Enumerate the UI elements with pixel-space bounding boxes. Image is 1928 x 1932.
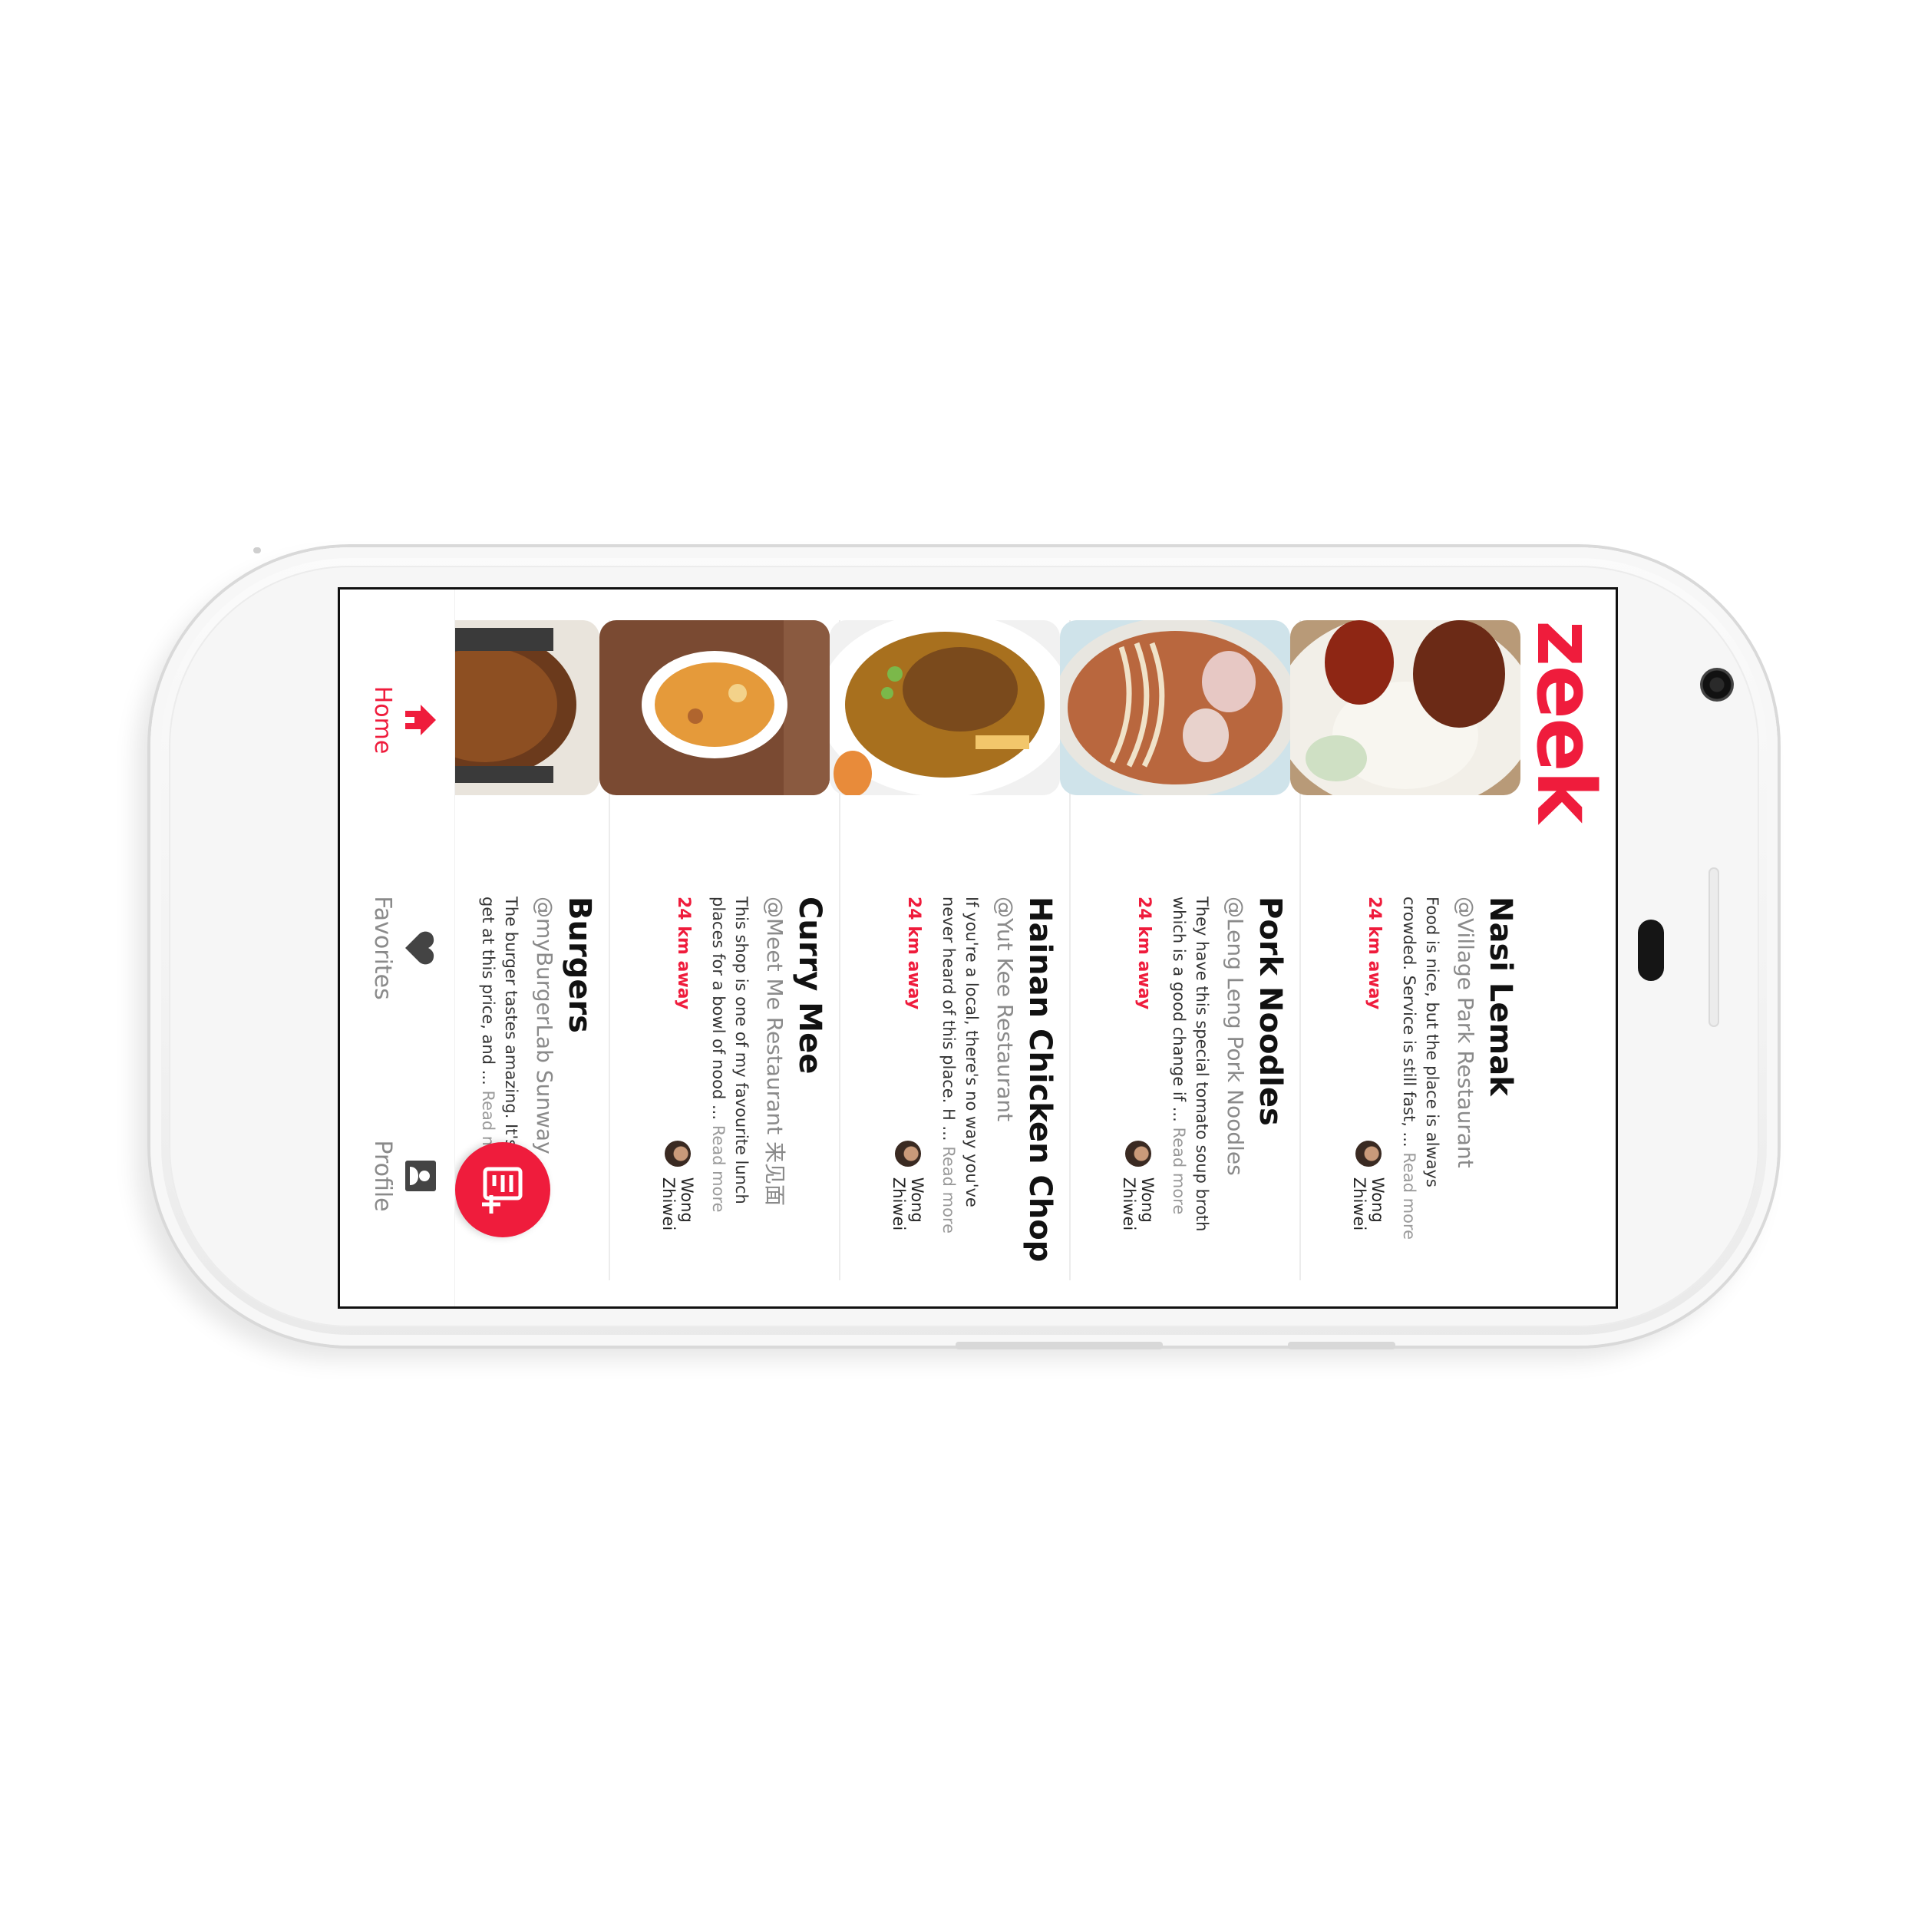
read-more-link[interactable]: Read more: [709, 1125, 728, 1213]
food-feed[interactable]: Nasi Lemak @Village Park Restaurant Food…: [369, 590, 1531, 1306]
distance-label: 24 km away: [904, 897, 923, 1010]
profile-icon: [405, 1161, 436, 1191]
nav-label-home: Home: [369, 685, 396, 755]
front-camera-icon: [1700, 668, 1734, 702]
card-author[interactable]: Wong Zhiwei: [1120, 1141, 1157, 1280]
card-restaurant[interactable]: @Leng Leng Pork Noodles: [1221, 897, 1249, 1280]
feed-card[interactable]: Pork Noodles @Leng Leng Pork Noodles The…: [1060, 620, 1301, 1280]
home-icon: [405, 705, 436, 735]
card-description: Food is nice, but the place is always cr…: [1398, 897, 1444, 1257]
card-meta: 24 km away Wong Zhiwei: [659, 897, 696, 1280]
nav-item-favorites[interactable]: Favorites: [341, 848, 448, 1048]
card-author[interactable]: Wong Zhiwei: [659, 1141, 696, 1280]
author-name: Wong Zhiwei: [1120, 1177, 1157, 1231]
card-title[interactable]: Pork Noodles: [1252, 897, 1289, 1280]
read-more-link[interactable]: Read more: [939, 1146, 958, 1234]
nav-label-favorites: Favorites: [369, 896, 396, 1000]
card-description: They have this special tomato soup broth…: [1167, 897, 1213, 1257]
card-title[interactable]: Curry Mee: [791, 897, 828, 1280]
nav-label-profile: Profile: [369, 1140, 396, 1212]
card-description: This shop is one of my favourite lunch p…: [707, 897, 753, 1257]
nav-item-home[interactable]: Home: [341, 620, 448, 820]
feed-card[interactable]: Nasi Lemak @Village Park Restaurant Food…: [1290, 620, 1531, 1280]
card-title[interactable]: Nasi Lemak: [1482, 897, 1519, 1280]
card-meta: 24 km away Wong Zhiwei: [1350, 897, 1387, 1280]
nasi-lemak-photo-icon: [1290, 620, 1520, 795]
pork-noodles-photo-icon: [1060, 620, 1290, 795]
distance-label: 24 km away: [1134, 897, 1154, 1010]
app-logo: zeek: [1519, 620, 1613, 822]
side-sensor-slot: [1708, 867, 1719, 1027]
distance-label: 24 km away: [674, 897, 693, 1010]
distance-label: 24 km away: [1365, 897, 1384, 1010]
add-post-button[interactable]: [455, 1142, 550, 1237]
app-portrait-view: zeek Nasi Lemak @Village Park Restaurant…: [340, 590, 1616, 1306]
side-button-upper: [956, 1342, 1163, 1349]
avatar: [895, 1141, 921, 1167]
add-post-icon: [482, 1167, 523, 1214]
author-name: Wong Zhiwei: [659, 1177, 696, 1231]
chicken-chop-photo-icon: [830, 620, 1060, 795]
bottom-navigation: Home Favorites Profile: [340, 590, 455, 1306]
card-restaurant[interactable]: @Meet Me Restaurant 来见面: [761, 897, 788, 1280]
card-author[interactable]: Wong Zhiwei: [1350, 1141, 1387, 1280]
card-description-text: Food is nice, but the place is always cr…: [1400, 897, 1441, 1187]
side-button-lower: [1288, 1342, 1395, 1349]
card-meta: 24 km away Wong Zhiwei: [890, 897, 926, 1280]
side-seam-left: [253, 547, 261, 553]
avatar: [1355, 1141, 1382, 1167]
card-title[interactable]: Burgers: [561, 897, 598, 1280]
read-more-link[interactable]: Read more: [1170, 1127, 1188, 1214]
feed-card[interactable]: Curry Mee @Meet Me Restaurant 来见面 This s…: [599, 620, 840, 1280]
card-meta: 24 km away Wong Zhiwei: [1120, 897, 1157, 1280]
avatar: [665, 1141, 691, 1167]
feed-card[interactable]: Hainan Chicken Chop @Yut Kee Restaurant …: [830, 620, 1071, 1280]
card-restaurant[interactable]: @Yut Kee Restaurant: [991, 897, 1018, 1280]
read-more-link[interactable]: Read more: [1400, 1152, 1418, 1240]
card-title[interactable]: Hainan Chicken Chop: [1022, 897, 1058, 1280]
app-header: zeek: [1519, 590, 1616, 1306]
author-name: Wong Zhiwei: [890, 1177, 926, 1231]
card-restaurant[interactable]: @Village Park Restaurant: [1451, 897, 1479, 1280]
earpiece-speaker: [1638, 920, 1664, 981]
nav-item-profile[interactable]: Profile: [341, 1076, 448, 1276]
curry-mee-photo-icon: [599, 620, 830, 795]
avatar: [1125, 1141, 1151, 1167]
card-author[interactable]: Wong Zhiwei: [890, 1141, 926, 1280]
author-name: Wong Zhiwei: [1350, 1177, 1387, 1231]
card-description: If you're a local, there's no way you've…: [937, 897, 983, 1257]
phone-screen: zeek Nasi Lemak @Village Park Restaurant…: [338, 587, 1618, 1309]
heart-icon: [405, 931, 434, 965]
